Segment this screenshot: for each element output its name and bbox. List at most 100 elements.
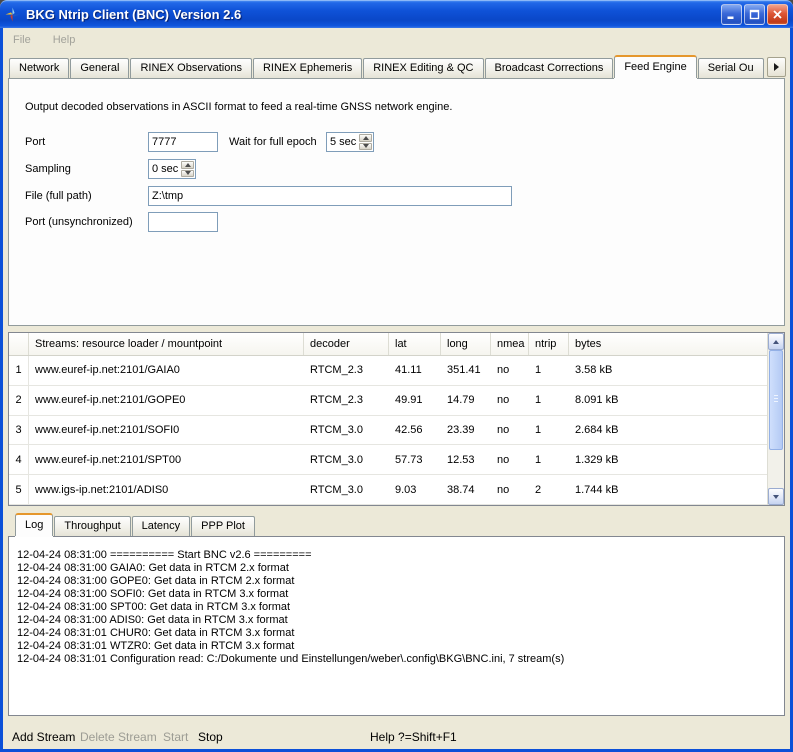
port-unsynchronized-label: Port (unsynchronized) [25, 216, 133, 228]
main-tabbar: Network General RINEX Observations RINEX… [9, 56, 786, 78]
sampling-spinbox[interactable]: 0 sec [148, 159, 196, 179]
scrollbar-thumb[interactable] [769, 350, 783, 450]
stream-row[interactable]: 2 www.euref-ip.net:2101/GOPE0 RTCM_2.3 4… [9, 386, 767, 416]
feed-engine-panel: Output decoded observations in ASCII for… [8, 78, 785, 326]
col-header-long: long [441, 333, 491, 355]
tab-scroll-right-button[interactable] [767, 57, 786, 77]
maximize-button[interactable] [744, 4, 765, 25]
log-line: 12-04-24 08:31:00 GOPE0: Get data in RTC… [17, 575, 776, 588]
cell-mountpoint: www.euref-ip.net:2101/GAIA0 [29, 356, 304, 385]
wait-epoch-spin-down-button[interactable] [359, 143, 372, 151]
menu-help[interactable]: Help [49, 32, 80, 48]
close-button[interactable] [767, 4, 788, 25]
streams-scrollbar[interactable] [767, 333, 784, 505]
cell-bytes: 8.091 kB [569, 386, 767, 415]
cell-bytes: 1.329 kB [569, 445, 767, 474]
col-header-nmea: nmea [491, 333, 529, 355]
cell-bytes: 2.684 kB [569, 416, 767, 445]
tab-serial-output[interactable]: Serial Ou [698, 58, 764, 78]
streams-table: Streams: resource loader / mountpoint de… [9, 333, 767, 505]
spin-down-icon [185, 171, 191, 175]
tab-broadcast-corrections[interactable]: Broadcast Corrections [485, 58, 614, 78]
stream-row[interactable]: 4 www.euref-ip.net:2101/SPT00 RTCM_3.0 5… [9, 445, 767, 475]
cell-long: 38.74 [441, 475, 491, 504]
titlebar[interactable]: BKG Ntrip Client (BNC) Version 2.6 [0, 0, 793, 28]
cell-row-number: 5 [9, 475, 29, 504]
spin-up-icon [185, 163, 191, 167]
stream-row[interactable]: 1 www.euref-ip.net:2101/GAIA0 RTCM_2.3 4… [9, 356, 767, 386]
tab-ppp-plot[interactable]: PPP Plot [191, 516, 255, 536]
cell-long: 23.39 [441, 416, 491, 445]
tab-latency[interactable]: Latency [132, 516, 191, 536]
col-header-ntrip: ntrip [529, 333, 569, 355]
file-path-label: File (full path) [25, 190, 92, 202]
menu-file[interactable]: File [9, 32, 35, 48]
window-title: BKG Ntrip Client (BNC) Version 2.6 [26, 7, 721, 22]
tab-rinex-observations[interactable]: RINEX Observations [130, 58, 251, 78]
cell-mountpoint: www.euref-ip.net:2101/GOPE0 [29, 386, 304, 415]
minimize-button[interactable] [721, 4, 742, 25]
wait-epoch-label: Wait for full epoch [229, 136, 317, 148]
menubar: File Help [3, 28, 790, 52]
col-header-corner [9, 333, 29, 355]
cell-bytes: 3.58 kB [569, 356, 767, 385]
delete-stream-button[interactable]: Delete Stream [80, 730, 157, 744]
port-unsynchronized-input[interactable] [148, 212, 218, 232]
add-stream-button[interactable]: Add Stream [12, 730, 75, 744]
col-header-lat: lat [389, 333, 441, 355]
start-button[interactable]: Start [163, 730, 188, 744]
scroll-up-icon [773, 340, 779, 344]
sampling-spin-buttons [180, 160, 195, 178]
log-line: 12-04-24 08:31:00 ADIS0: Get data in RTC… [17, 614, 776, 627]
cell-ntrip: 1 [529, 416, 569, 445]
sampling-spin-up-button[interactable] [181, 161, 194, 169]
tab-network[interactable]: Network [9, 58, 69, 78]
cell-nmea: no [491, 356, 529, 385]
spin-down-icon [363, 144, 369, 148]
cell-nmea: no [491, 386, 529, 415]
col-header-mountpoint: Streams: resource loader / mountpoint [29, 333, 304, 355]
cell-decoder: RTCM_3.0 [304, 475, 389, 504]
app-window: BKG Ntrip Client (BNC) Version 2.6 File … [0, 0, 793, 752]
cell-ntrip: 1 [529, 386, 569, 415]
bottom-tabbar: Log Throughput Latency PPP Plot [8, 514, 256, 536]
cell-long: 351.41 [441, 356, 491, 385]
tab-rinex-ephemeris[interactable]: RINEX Ephemeris [253, 58, 362, 78]
col-header-bytes: bytes [569, 333, 767, 355]
wait-epoch-spin-up-button[interactable] [359, 134, 372, 142]
window-controls [721, 4, 788, 25]
wait-epoch-spinbox[interactable]: 5 sec [326, 132, 374, 152]
cell-decoder: RTCM_2.3 [304, 356, 389, 385]
stream-row[interactable]: 3 www.euref-ip.net:2101/SOFI0 RTCM_3.0 4… [9, 416, 767, 446]
window-body: File Help Network General RINEX Observat… [3, 28, 790, 749]
scroll-down-icon [773, 495, 779, 499]
port-label: Port [25, 136, 45, 148]
port-input[interactable] [148, 132, 218, 152]
cell-nmea: no [491, 416, 529, 445]
stop-button[interactable]: Stop [198, 730, 223, 744]
cell-ntrip: 2 [529, 475, 569, 504]
cell-row-number: 2 [9, 386, 29, 415]
tab-general[interactable]: General [70, 58, 129, 78]
feed-engine-description: Output decoded observations in ASCII for… [25, 101, 452, 113]
file-path-input[interactable] [148, 186, 512, 206]
cell-long: 12.53 [441, 445, 491, 474]
cell-nmea: no [491, 475, 529, 504]
cell-lat: 57.73 [389, 445, 441, 474]
cell-lat: 49.91 [389, 386, 441, 415]
stream-row[interactable]: 5 www.igs-ip.net:2101/ADIS0 RTCM_3.0 9.0… [9, 475, 767, 505]
close-icon [772, 9, 783, 20]
spin-up-icon [363, 136, 369, 140]
tab-feed-engine[interactable]: Feed Engine [614, 55, 696, 78]
sampling-value: 0 sec [149, 160, 180, 178]
scroll-up-button[interactable] [768, 333, 784, 350]
tab-log[interactable]: Log [15, 513, 53, 536]
scroll-down-button[interactable] [768, 488, 784, 505]
sampling-spin-down-button[interactable] [181, 170, 194, 178]
cell-lat: 42.56 [389, 416, 441, 445]
log-line: 12-04-24 08:31:01 Configuration read: C:… [17, 653, 776, 666]
cell-bytes: 1.744 kB [569, 475, 767, 504]
tab-throughput[interactable]: Throughput [54, 516, 130, 536]
scrollbar-track[interactable] [768, 350, 784, 488]
tab-rinex-editing-qc[interactable]: RINEX Editing & QC [363, 58, 483, 78]
